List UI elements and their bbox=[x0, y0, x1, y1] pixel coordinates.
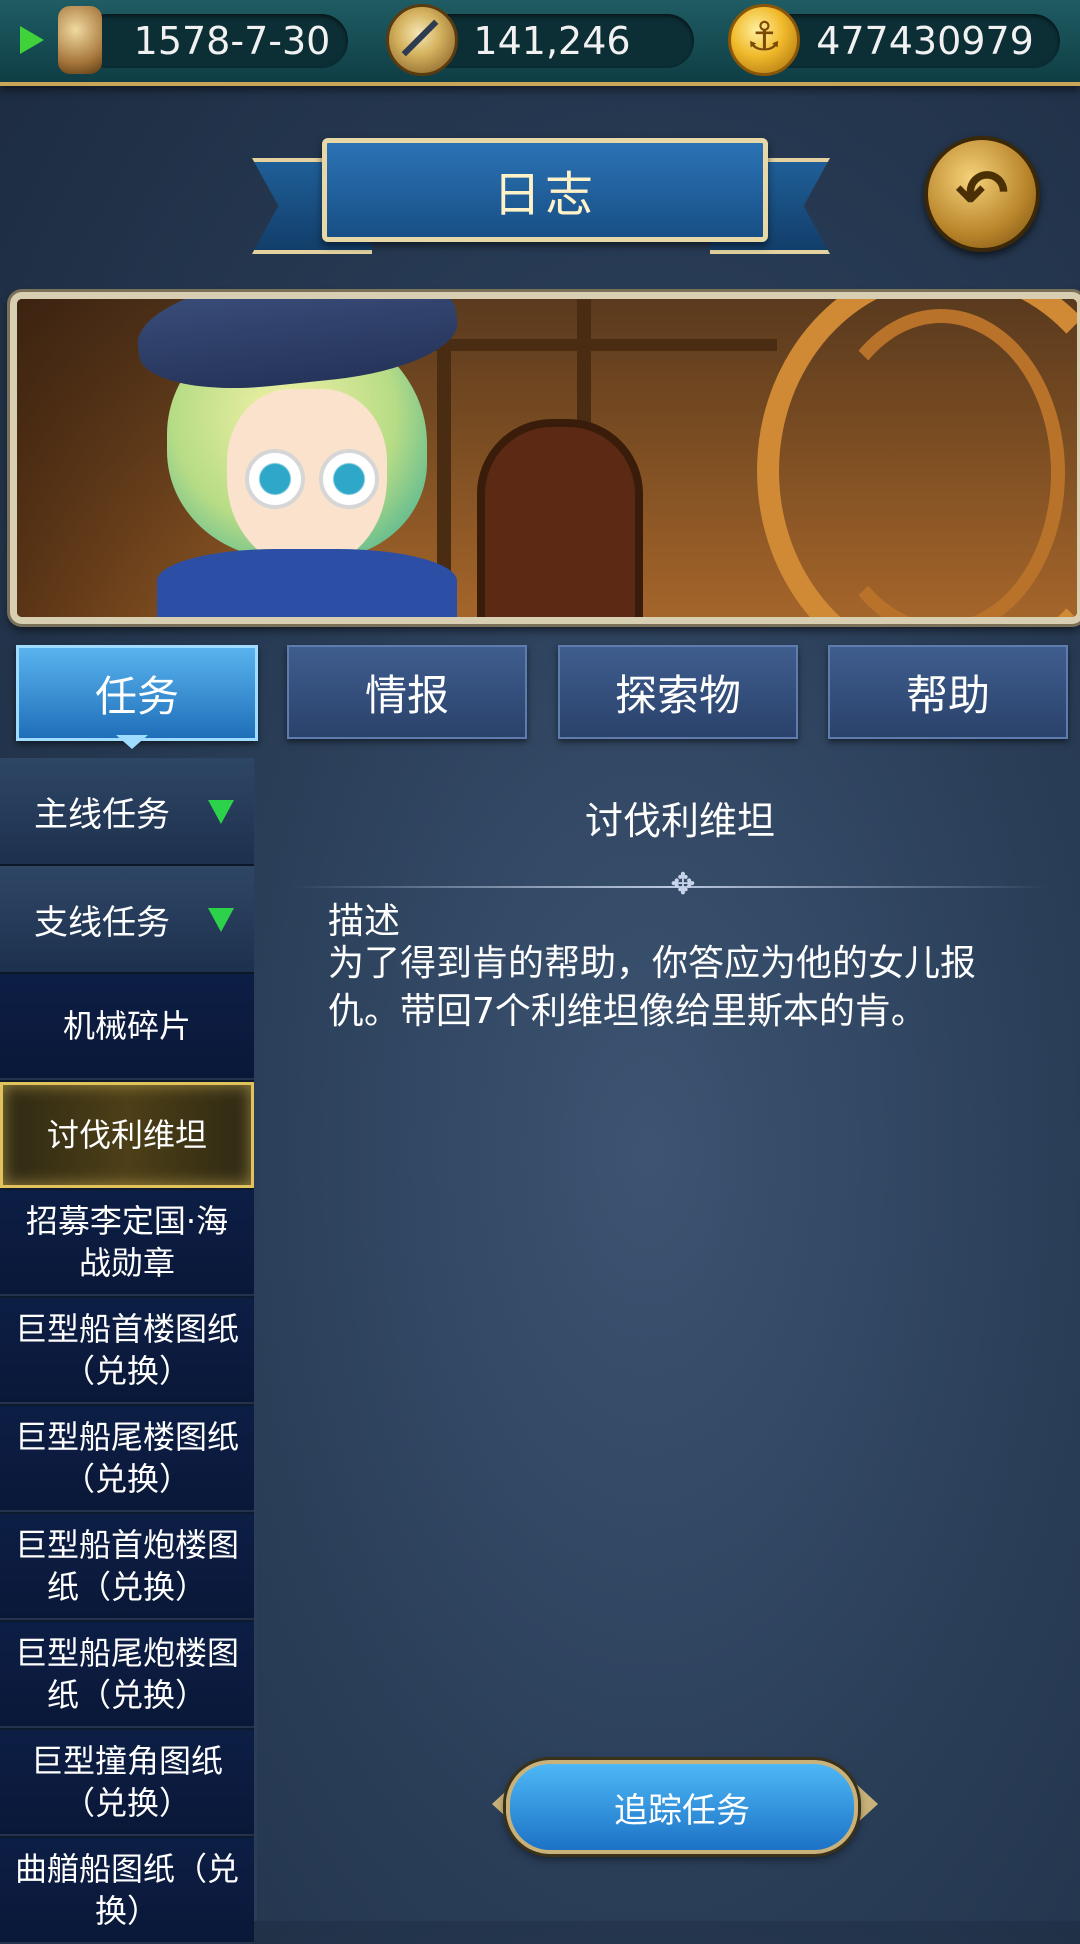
track-mission-button[interactable]: 追踪任务 bbox=[506, 1760, 858, 1854]
avatar-face bbox=[227, 389, 387, 569]
list-item[interactable]: 巨型船首楼图纸（兑换） bbox=[0, 1298, 254, 1404]
category-label: 主线任务 bbox=[34, 794, 170, 835]
list-item-label: 讨伐利维坦 bbox=[46, 1116, 207, 1154]
list-item[interactable]: 机械碎片 bbox=[0, 974, 254, 1080]
compass-icon bbox=[386, 4, 458, 76]
page-title-text: 日志 bbox=[492, 167, 597, 223]
character-portrait-panel bbox=[10, 292, 1080, 624]
chevron-down-icon bbox=[208, 800, 234, 824]
back-button[interactable]: ↶ bbox=[924, 136, 1040, 252]
tab-intel-label: 情报 bbox=[364, 670, 449, 720]
category-main-quests[interactable]: 主线任务 bbox=[0, 758, 254, 866]
list-item-label: 巨型船尾楼图纸（兑换） bbox=[14, 1418, 239, 1498]
avatar-eye bbox=[245, 449, 305, 509]
list-item-label: 曲艏船图纸（兑换） bbox=[14, 1850, 239, 1930]
hourglass-icon bbox=[58, 6, 102, 74]
list-item[interactable]: 巨型船尾炮楼图纸（兑换） bbox=[0, 1622, 254, 1728]
tab-intel[interactable]: 情报 bbox=[287, 645, 527, 739]
list-item-label: 巨型船尾炮楼图纸（兑换） bbox=[14, 1634, 239, 1714]
category-label: 支线任务 bbox=[34, 902, 170, 943]
list-item-label: 巨型船首楼图纸（兑换） bbox=[14, 1310, 239, 1390]
list-item-label: 巨型船首炮楼图纸（兑换） bbox=[14, 1526, 239, 1606]
page-title: 日志 bbox=[322, 138, 768, 242]
tab-missions-label: 任务 bbox=[94, 671, 179, 721]
date-text: 1578-7-30 bbox=[133, 19, 331, 63]
avatar-eye bbox=[319, 449, 379, 509]
tab-help-label: 帮助 bbox=[905, 670, 990, 720]
ornament-icon: ✥ bbox=[670, 867, 696, 902]
list-item-label: 机械碎片 bbox=[62, 1007, 191, 1045]
gold-pill: 477430979 bbox=[760, 14, 1060, 68]
list-item[interactable]: 巨型船首炮楼图纸（兑换） bbox=[0, 1514, 254, 1620]
avatar-cloak bbox=[157, 549, 457, 617]
chevron-down-icon bbox=[208, 908, 234, 932]
track-mission-label: 追踪任务 bbox=[614, 1790, 750, 1831]
cabin-door bbox=[477, 419, 643, 617]
tab-missions[interactable]: 任务 bbox=[16, 645, 258, 741]
active-tab-pointer bbox=[116, 735, 148, 749]
gold-text: 477430979 bbox=[816, 19, 1034, 63]
anchor-coin-icon: ⚓ bbox=[728, 4, 800, 76]
description-body: 为了得到肯的帮助，你答应为他的女儿报仇。带回7个利维坦像给里斯本的肯。 bbox=[328, 943, 977, 1032]
character-avatar bbox=[77, 299, 462, 617]
tab-discoveries-label: 探索物 bbox=[614, 670, 741, 720]
description-heading: 描述 bbox=[328, 901, 401, 942]
date-pill: 1578-7-30 bbox=[80, 14, 348, 68]
spiral-staircase-inner bbox=[817, 309, 1065, 617]
list-item[interactable]: 巨型船尾楼图纸（兑换） bbox=[0, 1406, 254, 1512]
mission-title: 讨伐利维坦 bbox=[584, 799, 775, 843]
top-status-bar: 1578-7-30 141,246 477430979 ⚓ bbox=[0, 0, 1080, 86]
list-item[interactable]: 巨型撞角图纸（兑换） bbox=[0, 1730, 254, 1836]
tab-discoveries[interactable]: 探索物 bbox=[558, 645, 798, 739]
list-item-label: 招募李定国·海战勋章 bbox=[25, 1202, 229, 1282]
back-arrow-icon: ↶ bbox=[955, 157, 1009, 231]
tab-help[interactable]: 帮助 bbox=[828, 645, 1068, 739]
mission-list: 主线任务 支线任务 机械碎片 讨伐利维坦 招募李定国·海战勋章 巨型船首楼图纸（… bbox=[0, 758, 257, 1944]
category-side-quests[interactable]: 支线任务 bbox=[0, 866, 254, 974]
list-item-label: 巨型撞角图纸（兑换） bbox=[30, 1742, 223, 1822]
list-item[interactable]: 招募李定国·海战勋章 bbox=[0, 1190, 254, 1296]
list-item-selected[interactable]: 讨伐利维坦 bbox=[0, 1082, 254, 1188]
list-item[interactable]: 曲艏船图纸（兑换） bbox=[0, 1838, 254, 1944]
play-icon[interactable] bbox=[20, 26, 44, 54]
